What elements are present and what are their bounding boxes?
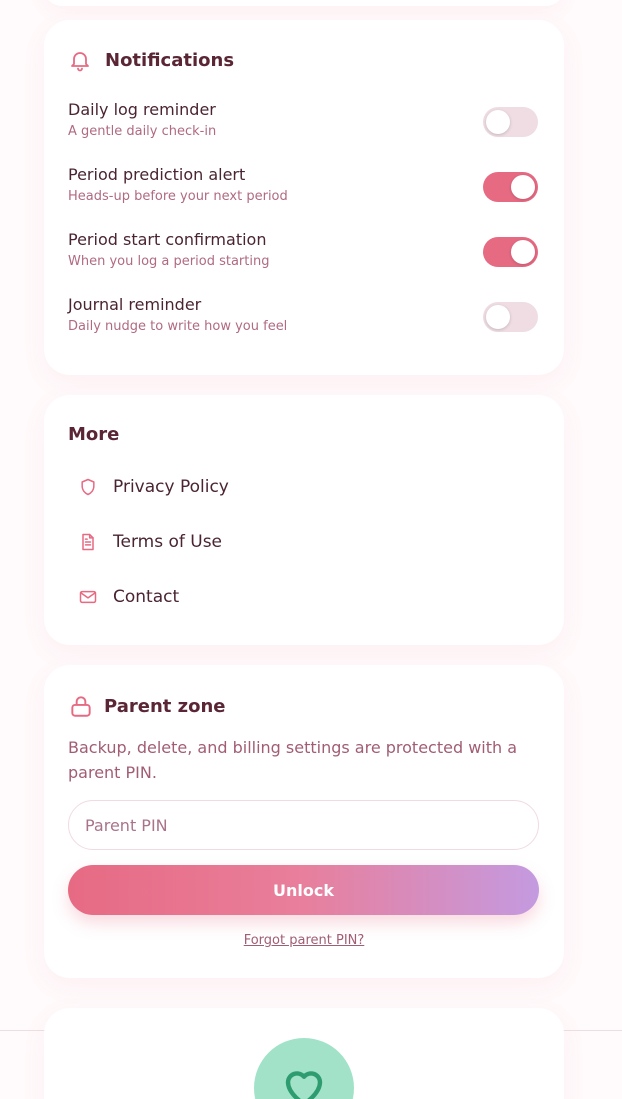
daily-log-reminder-toggle[interactable]: [483, 107, 538, 137]
shield-icon: [78, 477, 98, 497]
journal-reminder-toggle[interactable]: [483, 302, 538, 332]
parent-zone-description: Backup, delete, and billing settings are…: [68, 738, 518, 782]
terms-of-use-label: Terms of Use: [113, 532, 223, 552]
previous-card: [44, 0, 564, 6]
notification-row-daily-log: Daily log reminder A gentle daily check-…: [68, 100, 540, 144]
notification-subtitle: Daily nudge to write how you feel: [68, 319, 288, 334]
notification-row-period-start: Period start confirmation When you log a…: [68, 230, 540, 274]
notification-title: Daily log reminder: [68, 100, 216, 119]
settings-page: Notifications Daily log reminder A gentl…: [0, 0, 622, 1099]
lock-icon: [68, 693, 94, 719]
bottom-card: [44, 1008, 564, 1099]
parent-pin-input[interactable]: [68, 800, 539, 850]
bell-icon: [68, 48, 92, 72]
toggle-knob: [486, 110, 510, 134]
notification-subtitle: A gentle daily check-in: [68, 124, 217, 139]
more-title: More: [68, 424, 120, 445]
notification-title: Journal reminder: [68, 295, 202, 314]
toggle-knob: [511, 240, 535, 264]
more-card: More Privacy Policy Terms of Use Contact: [44, 395, 564, 645]
contact-label: Contact: [113, 587, 180, 607]
mail-icon: [78, 587, 98, 607]
notification-title: Period start confirmation: [68, 230, 267, 249]
terms-of-use-link[interactable]: Terms of Use: [78, 532, 222, 552]
period-start-confirmation-toggle[interactable]: [483, 237, 538, 267]
heart-badge: [254, 1038, 354, 1099]
toggle-knob: [511, 175, 535, 199]
notification-row-journal: Journal reminder Daily nudge to write ho…: [68, 295, 540, 339]
notifications-title: Notifications: [105, 49, 235, 71]
notification-subtitle: Heads-up before your next period: [68, 189, 288, 204]
period-prediction-alert-toggle[interactable]: [483, 172, 538, 202]
notification-title: Period prediction alert: [68, 165, 246, 184]
parent-zone-title: Parent zone: [104, 695, 226, 717]
privacy-policy-link[interactable]: Privacy Policy: [78, 477, 229, 497]
toggle-knob: [486, 305, 510, 329]
notifications-header: Notifications: [68, 48, 234, 72]
notifications-card: Notifications Daily log reminder A gentl…: [44, 20, 564, 375]
privacy-policy-label: Privacy Policy: [113, 477, 229, 497]
heart-icon: [279, 1064, 329, 1099]
forgot-parent-pin-link[interactable]: Forgot parent PIN?: [44, 933, 564, 948]
notification-subtitle: When you log a period starting: [68, 254, 270, 269]
unlock-button[interactable]: Unlock: [68, 865, 539, 915]
document-icon: [78, 532, 98, 552]
notification-row-period-prediction: Period prediction alert Heads-up before …: [68, 165, 540, 209]
parent-zone-header: Parent zone: [68, 693, 226, 719]
contact-link[interactable]: Contact: [78, 587, 179, 607]
parent-zone-card: Parent zone Backup, delete, and billing …: [44, 665, 564, 978]
